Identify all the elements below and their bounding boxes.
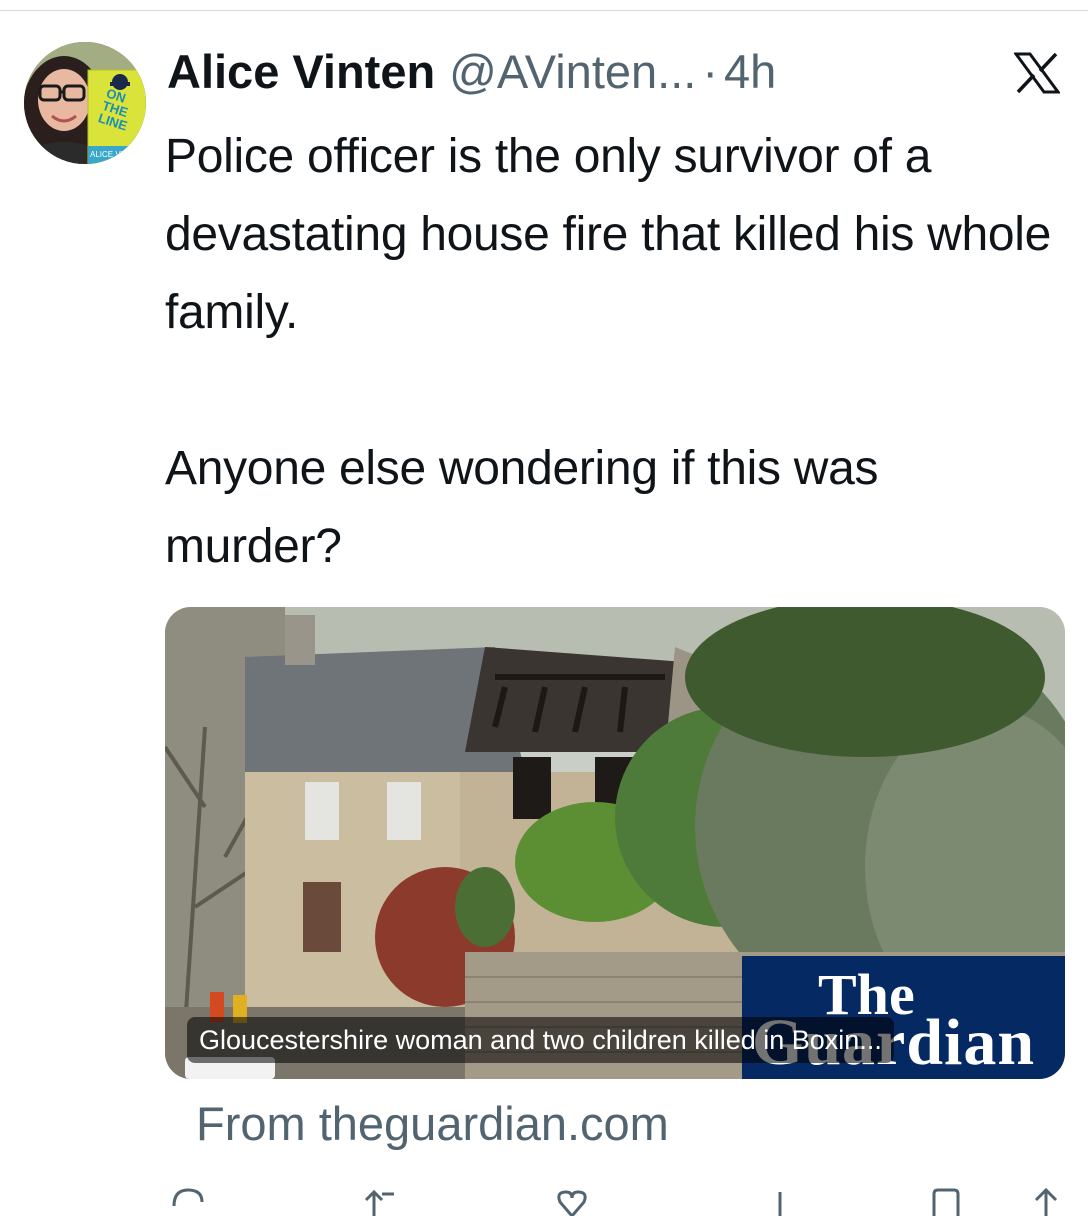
avatar-book-author: ALICE VINTEN: [90, 150, 145, 159]
repost-icon[interactable]: [360, 1186, 400, 1216]
top-divider: [0, 10, 1088, 11]
reply-icon[interactable]: [168, 1186, 208, 1216]
author-name[interactable]: Alice Vinten: [167, 42, 435, 102]
tweet-text: Police officer is the only survivor of a…: [165, 130, 1052, 573]
action-bar: [0, 1186, 1088, 1216]
tweet-timestamp[interactable]: 4h: [724, 42, 776, 102]
x-logo-icon[interactable]: [1013, 52, 1061, 94]
views-icon[interactable]: [760, 1186, 800, 1216]
tweet-header: Alice Vinten @AVinten... · 4h: [167, 42, 776, 102]
author-avatar[interactable]: ON THE LINE ALICE VINTEN: [24, 42, 146, 164]
card-caption: Gloucestershire woman and two children k…: [187, 1017, 894, 1063]
bookmark-icon[interactable]: [926, 1186, 966, 1216]
link-card[interactable]: The Guardian Gloucestershire woman and t…: [165, 607, 1065, 1079]
card-source[interactable]: From theguardian.com: [196, 1092, 669, 1156]
share-icon[interactable]: [1026, 1186, 1066, 1216]
header-separator: ·: [702, 45, 718, 98]
like-icon[interactable]: [552, 1186, 592, 1216]
author-handle[interactable]: @AVinten...: [449, 42, 696, 102]
